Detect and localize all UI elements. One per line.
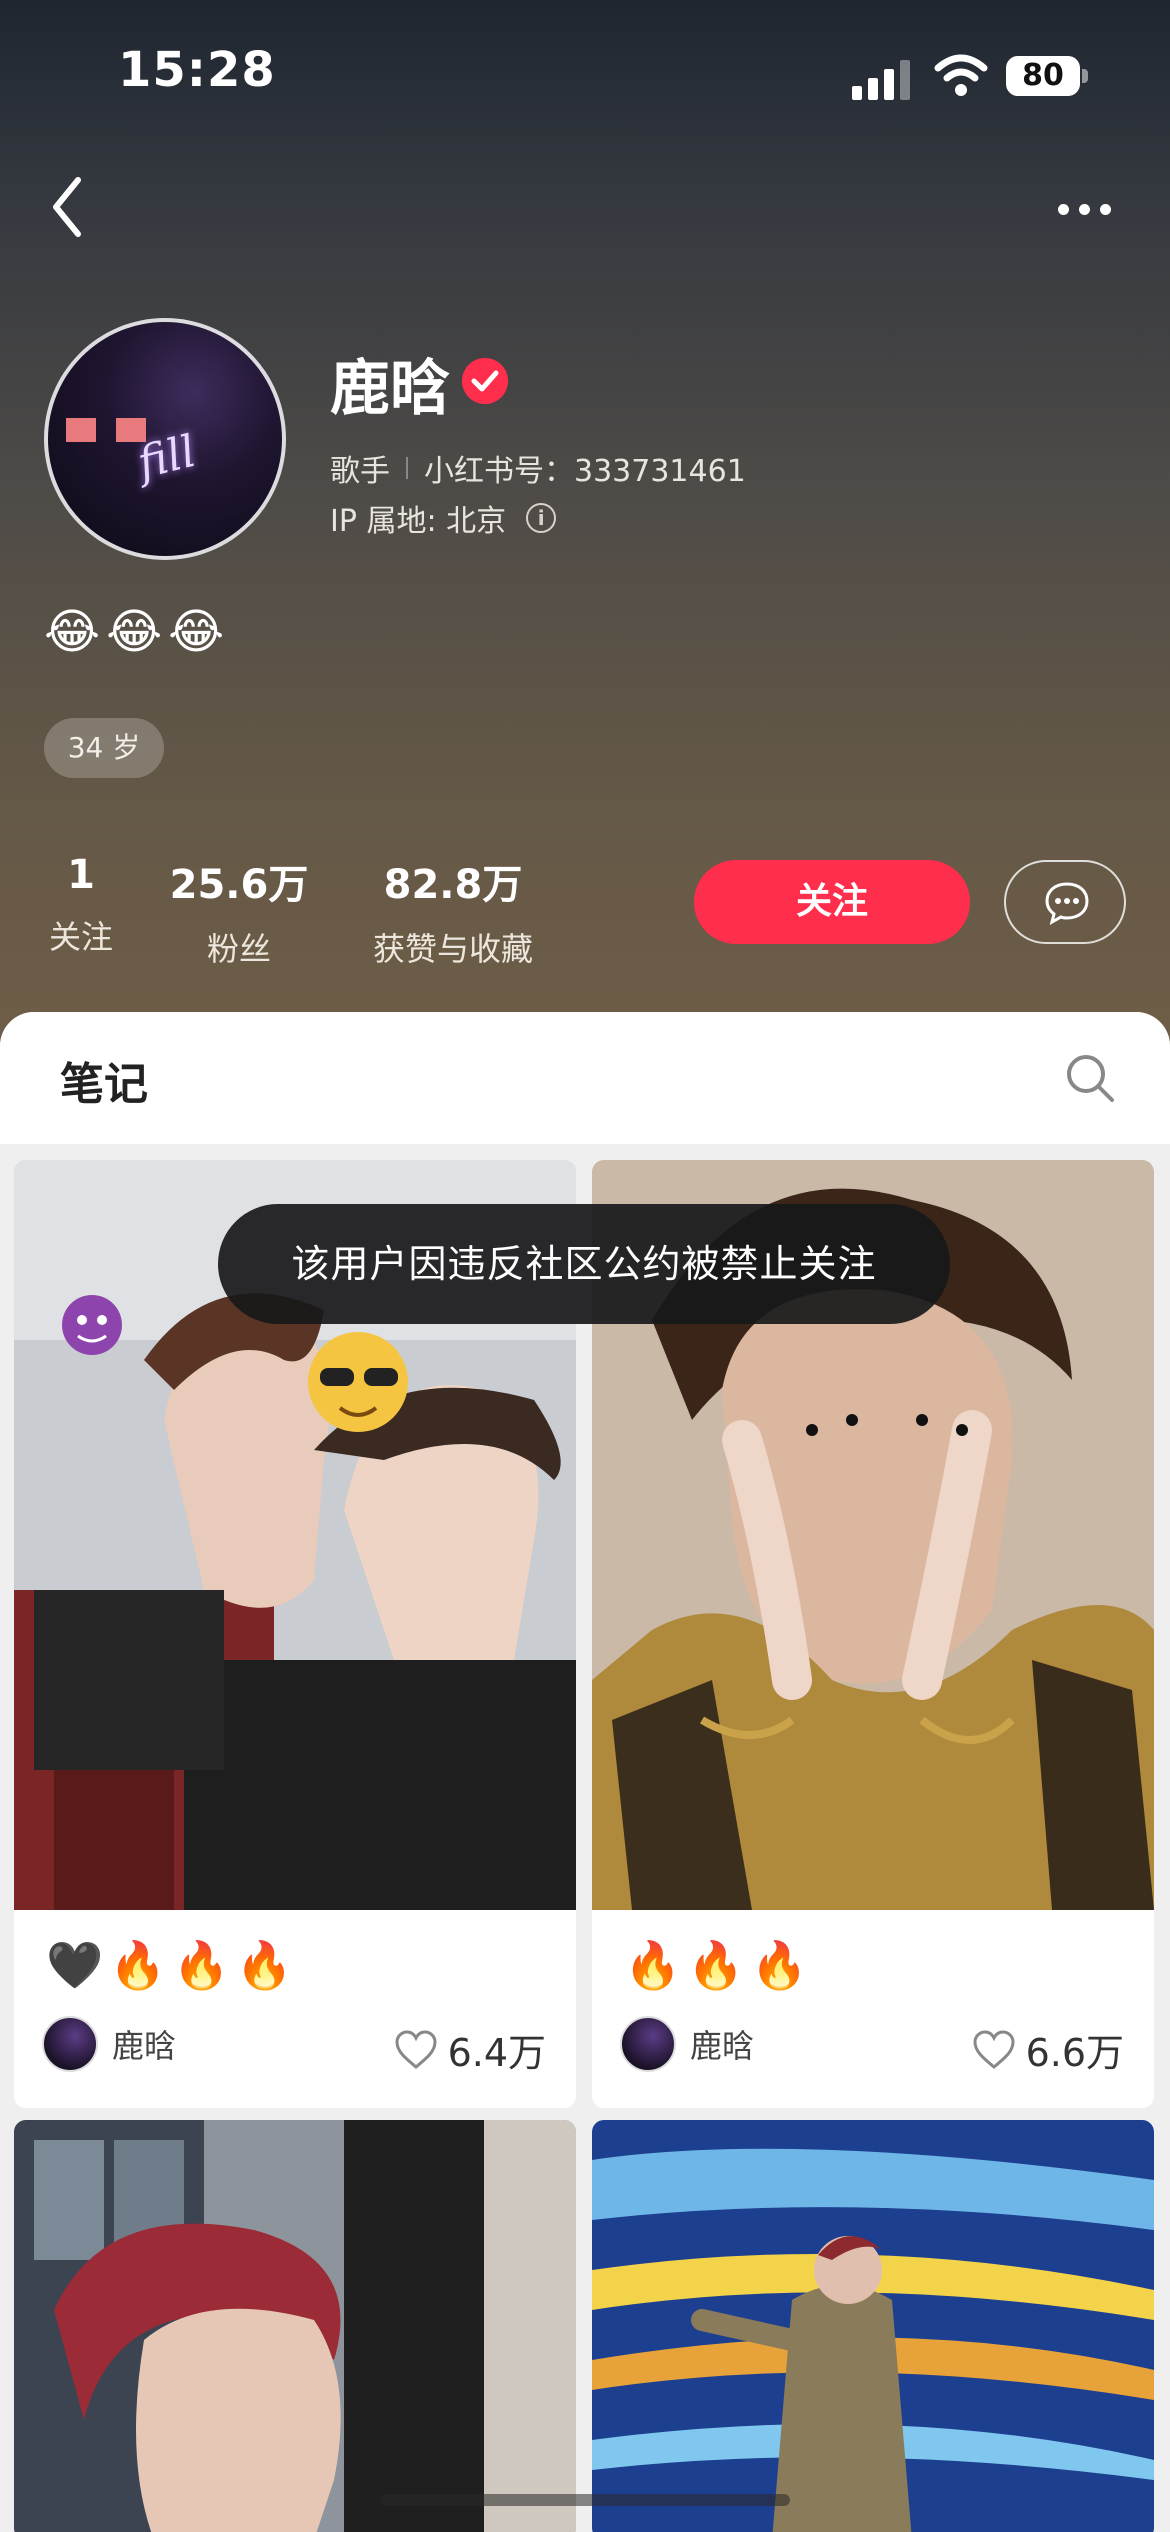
like-count[interactable]: 6.6万 xyxy=(972,2022,1124,2077)
divider xyxy=(406,457,408,479)
note-card[interactable] xyxy=(592,2120,1154,2532)
profile-name: 鹿晗 xyxy=(330,354,450,424)
stat-label: 粉丝 xyxy=(206,930,271,968)
stat-value: 1 xyxy=(67,852,95,898)
wifi-icon xyxy=(934,54,988,96)
note-card[interactable] xyxy=(14,2120,576,2532)
more-dot-icon xyxy=(1100,204,1111,215)
follow-button[interactable]: 关注 xyxy=(694,860,970,944)
note-cover-image xyxy=(592,2120,1154,2532)
heart-icon xyxy=(973,2029,1015,2069)
battery-indicator: 80 xyxy=(1006,56,1088,96)
stat-likes-collections[interactable]: 82.8万 获赞与收藏 xyxy=(358,852,548,970)
back-icon[interactable] xyxy=(42,172,102,242)
heart-icon xyxy=(395,2029,437,2069)
toast-message: 该用户因违反社区公约被禁止关注 xyxy=(218,1204,950,1324)
battery-level: 80 xyxy=(1006,56,1080,96)
status-time: 15:28 xyxy=(118,42,276,98)
more-options-button[interactable] xyxy=(1048,180,1120,240)
ip-location-line: IP 属地: 北京 i xyxy=(330,496,557,540)
stat-followers[interactable]: 25.6万 粉丝 xyxy=(166,852,312,970)
more-dot-icon xyxy=(1058,204,1069,215)
note-title: 🔥🔥🔥 xyxy=(624,1938,814,1992)
note-author[interactable]: 鹿晗 xyxy=(620,2016,754,2072)
more-dot-icon xyxy=(1079,204,1090,215)
red-id: 小红书号：333731461 xyxy=(424,454,746,489)
message-button[interactable] xyxy=(1004,860,1126,944)
chat-bubble-icon xyxy=(1045,882,1089,925)
stat-following[interactable]: 1 关注 xyxy=(46,852,116,958)
profile-avatar[interactable]: fill xyxy=(44,318,286,560)
stat-value: 82.8万 xyxy=(383,862,523,908)
battery-tip xyxy=(1082,69,1088,83)
note-author[interactable]: 鹿晗 xyxy=(42,2016,176,2072)
like-count[interactable]: 6.4万 xyxy=(394,2022,546,2077)
like-value: 6.4万 xyxy=(447,2031,546,2075)
author-name: 鹿晗 xyxy=(112,2027,177,2065)
stat-label: 获赞与收藏 xyxy=(372,930,533,968)
stat-value: 25.6万 xyxy=(169,862,309,908)
cellular-signal-icon xyxy=(852,60,910,100)
profile-info-line: 歌手 小红书号：333731461 xyxy=(330,446,746,490)
like-value: 6.6万 xyxy=(1025,2031,1124,2075)
home-indicator xyxy=(380,2494,790,2506)
profile-role: 歌手 xyxy=(330,454,390,489)
profile-bio: 😂😂😂 xyxy=(44,604,231,660)
info-icon[interactable]: i xyxy=(526,503,557,533)
author-avatar xyxy=(42,2016,98,2072)
note-title: 🖤🔥🔥🔥 xyxy=(46,1938,300,1992)
note-cover-image xyxy=(14,2120,576,2532)
ip-location: IP 属地: 北京 xyxy=(330,504,507,539)
notes-tab-bar: 笔记 xyxy=(0,1012,1170,1144)
author-name: 鹿晗 xyxy=(690,2027,755,2065)
search-icon[interactable] xyxy=(1064,1052,1116,1104)
avatar-lamp-shape xyxy=(66,418,96,442)
author-avatar xyxy=(620,2016,676,2072)
stat-label: 关注 xyxy=(48,918,113,956)
tab-notes[interactable]: 笔记 xyxy=(60,1048,148,1112)
verified-badge-icon xyxy=(462,358,508,404)
age-tag: 34 岁 xyxy=(44,718,164,778)
